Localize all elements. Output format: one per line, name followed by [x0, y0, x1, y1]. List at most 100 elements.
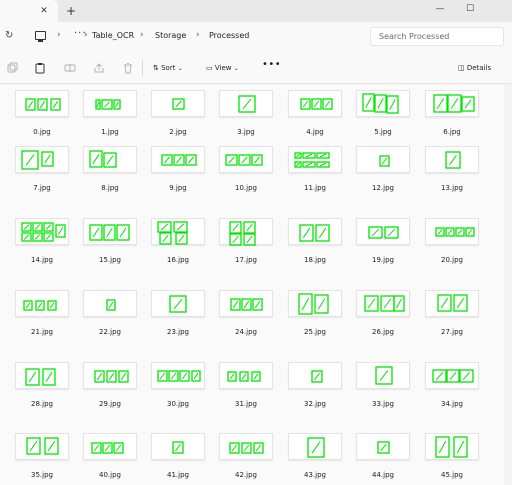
ocr-box-stroke	[45, 371, 53, 383]
file-item[interactable]: 2.jpg	[150, 90, 206, 150]
ocr-boxes-graphic	[25, 98, 61, 111]
search-box[interactable]	[370, 27, 504, 46]
file-item[interactable]: 23.jpg	[150, 290, 206, 350]
file-item[interactable]: 32.jpg	[287, 362, 343, 422]
chevron-right-icon[interactable]: ›	[57, 30, 61, 40]
delete-icon[interactable]	[122, 62, 134, 74]
file-item[interactable]: 17.jpg	[218, 218, 274, 278]
ocr-box-stroke	[231, 444, 238, 452]
file-item[interactable]: 34.jpg	[424, 362, 480, 422]
scrollbar[interactable]	[504, 85, 512, 485]
file-thumbnail	[15, 90, 69, 117]
ocr-boxes-graphic	[377, 441, 390, 454]
ocr-boxes-graphic	[89, 224, 130, 241]
file-item[interactable]: 3.jpg	[218, 90, 274, 150]
ocr-box-stroke	[437, 229, 443, 235]
file-item[interactable]: 41.jpg	[150, 433, 206, 485]
maximize-button[interactable]: ☐	[455, 1, 485, 17]
ocr-box-stroke	[92, 227, 100, 238]
ocr-box-stroke	[317, 298, 326, 310]
chevron-right-icon[interactable]: ›	[84, 30, 88, 40]
ocr-box-stroke	[462, 372, 471, 380]
file-item[interactable]: 15.jpg	[82, 218, 138, 278]
refresh-icon[interactable]: ↻	[5, 30, 17, 42]
file-thumbnail	[288, 290, 342, 317]
ocr-boxes-graphic	[230, 298, 263, 311]
file-item[interactable]: 25.jpg	[287, 290, 343, 350]
file-item[interactable]: 45.jpg	[424, 433, 480, 485]
file-name: 11.jpg	[304, 184, 326, 192]
ocr-box-stroke	[241, 156, 248, 164]
file-thumbnail	[356, 362, 410, 389]
ocr-box-stroke	[173, 298, 183, 310]
view-button[interactable]: ▭ View ⌄	[206, 61, 239, 75]
file-item[interactable]: 16.jpg	[150, 218, 206, 278]
file-item[interactable]: 44.jpg	[355, 433, 411, 485]
file-item[interactable]: 27.jpg	[424, 290, 480, 350]
ocr-boxes-graphic	[229, 221, 256, 246]
file-item[interactable]: 26.jpg	[355, 290, 411, 350]
ocr-box-stroke	[457, 229, 463, 235]
file-item[interactable]: 18.jpg	[287, 218, 343, 278]
chevron-right-icon[interactable]: ›	[140, 30, 144, 40]
file-item[interactable]: 43.jpg	[287, 433, 343, 485]
file-item[interactable]: 35.jpg	[14, 433, 70, 485]
file-item[interactable]: 8.jpg	[82, 146, 138, 206]
file-thumbnail	[288, 362, 342, 389]
more-options-button[interactable]: •••	[262, 59, 281, 70]
file-name: 3.jpg	[237, 128, 255, 136]
ocr-boxes-graphic	[368, 226, 399, 239]
plus-icon[interactable]: +	[64, 4, 78, 18]
share-icon[interactable]	[93, 62, 105, 74]
toolbar-divider	[142, 60, 143, 76]
file-item[interactable]: 12.jpg	[355, 146, 411, 206]
file-name: 42.jpg	[235, 471, 257, 479]
file-item[interactable]: 22.jpg	[82, 290, 138, 350]
sort-button[interactable]: ⇅ Sort ⌄	[153, 61, 183, 75]
file-item[interactable]: 4.jpg	[287, 90, 343, 150]
file-item[interactable]: 19.jpg	[355, 218, 411, 278]
chevron-right-icon[interactable]: ›	[196, 30, 200, 40]
tab-active[interactable]: ✕	[0, 0, 58, 22]
file-item[interactable]: 33.jpg	[355, 362, 411, 422]
search-input[interactable]	[371, 28, 503, 45]
breadcrumb-processed[interactable]: Processed	[209, 31, 249, 40]
file-item[interactable]: 21.jpg	[14, 290, 70, 350]
file-item[interactable]: 10.jpg	[218, 146, 274, 206]
ocr-box-stroke	[25, 154, 35, 166]
breadcrumb-table-ocr[interactable]: Table_OCR	[92, 31, 134, 40]
ocr-box-stroke	[246, 223, 253, 232]
file-item[interactable]: 40.jpg	[82, 433, 138, 485]
file-item[interactable]: 31.jpg	[218, 362, 274, 422]
file-item[interactable]: 6.jpg	[424, 90, 480, 150]
paste-icon[interactable]	[34, 62, 46, 74]
file-item[interactable]: 0.jpg	[14, 90, 70, 150]
file-item[interactable]: 20.jpg	[424, 218, 480, 278]
minimize-button[interactable]: —	[425, 1, 455, 17]
file-item[interactable]: 28.jpg	[14, 362, 70, 422]
ocr-box-stroke	[170, 372, 177, 380]
ocr-box-stroke	[449, 154, 457, 166]
rename-icon[interactable]	[64, 62, 76, 74]
file-item[interactable]: 13.jpg	[424, 146, 480, 206]
breadcrumb-storage[interactable]: Storage	[155, 31, 186, 40]
file-item[interactable]: 7.jpg	[14, 146, 70, 206]
file-item[interactable]: 14.jpg	[14, 218, 70, 278]
file-name: 14.jpg	[31, 256, 53, 264]
file-item[interactable]: 24.jpg	[218, 290, 274, 350]
this-pc-icon[interactable]	[35, 31, 46, 42]
file-item[interactable]: 5.jpg	[355, 90, 411, 150]
file-item[interactable]: 42.jpg	[218, 433, 274, 485]
close-icon[interactable]: ✕	[38, 5, 50, 17]
file-item[interactable]: 1.jpg	[82, 90, 138, 150]
cut-icon[interactable]	[6, 62, 18, 74]
details-button[interactable]: ◫ Details	[458, 61, 491, 75]
ocr-boxes-graphic	[435, 227, 475, 237]
details-label: Details	[466, 64, 492, 72]
file-item[interactable]: 29.jpg	[82, 362, 138, 422]
file-thumbnail	[15, 146, 69, 173]
file-item[interactable]: 9.jpg	[150, 146, 206, 206]
file-item[interactable]: 30.jpg	[150, 362, 206, 422]
file-name: 28.jpg	[31, 400, 53, 408]
file-item[interactable]: 11.jpg	[287, 146, 343, 206]
